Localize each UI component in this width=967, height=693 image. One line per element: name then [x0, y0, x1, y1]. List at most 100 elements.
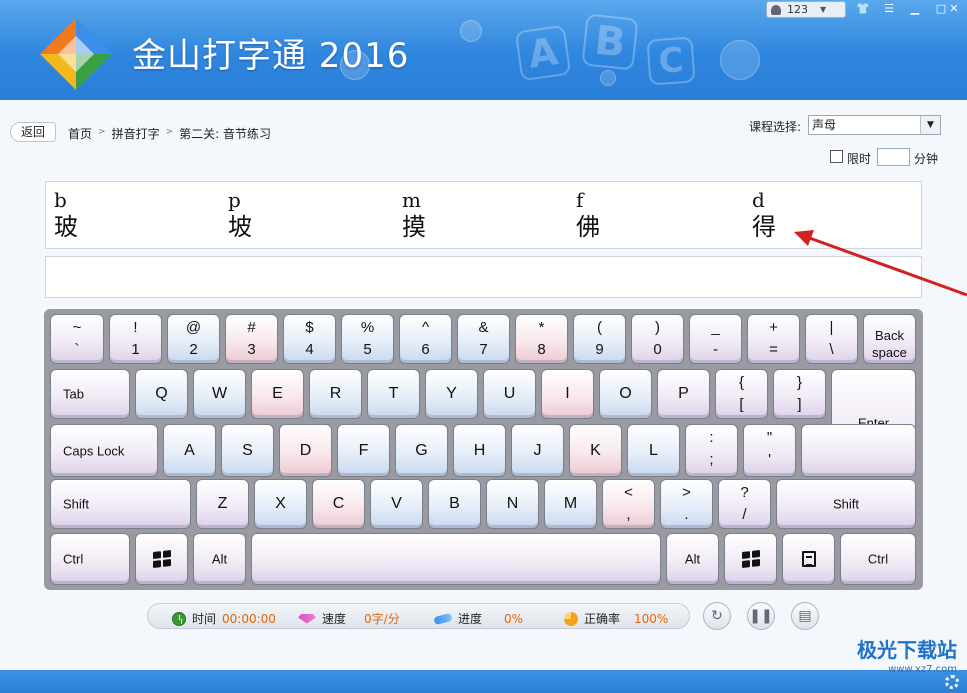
watermark-url: www.xz7.com: [888, 664, 957, 675]
key-5[interactable]: % 5: [341, 314, 394, 364]
key-7[interactable]: & 7: [457, 314, 510, 364]
course-select[interactable]: 声母 ▼: [808, 115, 941, 135]
key-left-win[interactable]: [135, 533, 188, 585]
key-space[interactable]: [251, 533, 661, 585]
key-label: Tab: [63, 386, 84, 402]
key-label: R: [329, 385, 342, 402]
key-f[interactable]: F: [337, 424, 390, 477]
key-u[interactable]: U: [483, 369, 536, 419]
time-limit-input[interactable]: [877, 148, 910, 166]
close-button[interactable]: ✕: [941, 1, 967, 17]
key-6[interactable]: ^ 6: [399, 314, 452, 364]
status-progress: 进度 0%: [433, 610, 523, 627]
key-1[interactable]: ! 1: [109, 314, 162, 364]
key-a[interactable]: A: [163, 424, 216, 477]
key-2[interactable]: @2: [167, 314, 220, 364]
key-left-ctrl[interactable]: Ctrl: [50, 533, 130, 585]
key-q[interactable]: Q: [135, 369, 188, 419]
back-button[interactable]: 返回: [10, 122, 56, 142]
key-z[interactable]: Z: [196, 479, 249, 529]
key-equals[interactable]: + =: [747, 314, 800, 364]
close-icon: ✕: [949, 2, 959, 15]
key-top-label: >: [682, 484, 691, 501]
skin-button[interactable]: 👕: [850, 1, 876, 17]
key-e[interactable]: E: [251, 369, 304, 419]
key-s[interactable]: S: [221, 424, 274, 477]
time-limit-label: 限时: [847, 152, 872, 166]
practice-item: b 玻: [54, 188, 78, 242]
key-right-shift[interactable]: Shift: [776, 479, 916, 529]
key-label: Y: [446, 385, 457, 402]
key-bottom-label: .: [684, 506, 689, 523]
key-k[interactable]: K: [569, 424, 622, 477]
key-semicolon[interactable]: :;: [685, 424, 738, 477]
key-w[interactable]: W: [193, 369, 246, 419]
breadcrumb-home[interactable]: 首页: [68, 125, 92, 142]
key-period[interactable]: >.: [660, 479, 713, 529]
key-right-bracket[interactable]: }]: [773, 369, 826, 419]
practice-char: 玻: [54, 213, 78, 241]
decor-bubble: [600, 70, 616, 86]
key-3[interactable]: #3: [225, 314, 278, 364]
key-left-alt[interactable]: Alt: [193, 533, 246, 585]
key-n[interactable]: N: [486, 479, 539, 529]
key-right-win[interactable]: [724, 533, 777, 585]
pause-icon: ❚❚: [749, 608, 773, 624]
key-0[interactable]: ) 0: [631, 314, 684, 364]
key-backslash[interactable]: | \: [805, 314, 858, 364]
key-caps-lock[interactable]: Caps Lock: [50, 424, 158, 477]
key-enter-lower[interactable]: [801, 424, 916, 477]
key-8[interactable]: * 8: [515, 314, 568, 364]
key-backspace[interactable]: Back space: [863, 314, 916, 364]
key-m[interactable]: M: [544, 479, 597, 529]
menu-button[interactable]: ☰: [876, 1, 902, 17]
key-r[interactable]: R: [309, 369, 362, 419]
key-x[interactable]: X: [254, 479, 307, 529]
key-label: K: [590, 441, 601, 459]
key-backtick[interactable]: ~ `: [50, 314, 104, 364]
key-v[interactable]: V: [370, 479, 423, 529]
key-slash[interactable]: ? /: [718, 479, 771, 529]
key-minus[interactable]: _ -: [689, 314, 742, 364]
key-label: Caps Lock: [63, 443, 125, 458]
key-left-bracket[interactable]: {[: [715, 369, 768, 419]
key-j[interactable]: J: [511, 424, 564, 477]
key-9[interactable]: (9: [573, 314, 626, 364]
key-b[interactable]: B: [428, 479, 481, 529]
report-button[interactable]: ▤: [791, 602, 819, 630]
key-i[interactable]: I: [541, 369, 594, 419]
breadcrumb-pinyin[interactable]: 拼音打字: [112, 125, 160, 142]
key-l[interactable]: L: [627, 424, 680, 477]
key-right-ctrl[interactable]: Ctrl: [840, 533, 916, 585]
time-limit-checkbox[interactable]: [830, 150, 843, 163]
key-p[interactable]: P: [657, 369, 710, 419]
key-o[interactable]: O: [599, 369, 652, 419]
chevron-down-icon[interactable]: ▼: [920, 116, 940, 134]
decor-letter-b: B: [581, 13, 639, 71]
key-menu[interactable]: [782, 533, 835, 585]
pause-button[interactable]: ❚❚: [747, 602, 775, 630]
key-h[interactable]: H: [453, 424, 506, 477]
menu-icon: ☰: [884, 2, 894, 15]
key-d[interactable]: D: [279, 424, 332, 477]
key-quote[interactable]: " ': [743, 424, 796, 477]
key-c[interactable]: C: [312, 479, 365, 529]
key-4[interactable]: $4: [283, 314, 336, 364]
status-bar: 时间 00:00:00 速度 0字/分 进度 0% 正确率 100%: [147, 603, 690, 629]
key-label: W: [211, 385, 228, 402]
minimize-button[interactable]: ▁: [902, 1, 928, 17]
user-menu[interactable]: 123 ▼: [766, 1, 846, 18]
restart-button[interactable]: ↻: [703, 602, 731, 630]
key-label: M: [563, 495, 578, 512]
key-bottom-label: 1: [131, 341, 140, 358]
key-comma[interactable]: <,: [602, 479, 655, 529]
key-g[interactable]: G: [395, 424, 448, 477]
gear-icon[interactable]: [945, 675, 959, 689]
key-y[interactable]: Y: [425, 369, 478, 419]
practice-pinyin: p: [228, 188, 241, 212]
watermark: 极光下载站 www.xz7.com: [857, 640, 957, 680]
key-t[interactable]: T: [367, 369, 420, 419]
key-tab[interactable]: Tab: [50, 369, 130, 419]
key-right-alt[interactable]: Alt: [666, 533, 719, 585]
key-left-shift[interactable]: Shift: [50, 479, 191, 529]
